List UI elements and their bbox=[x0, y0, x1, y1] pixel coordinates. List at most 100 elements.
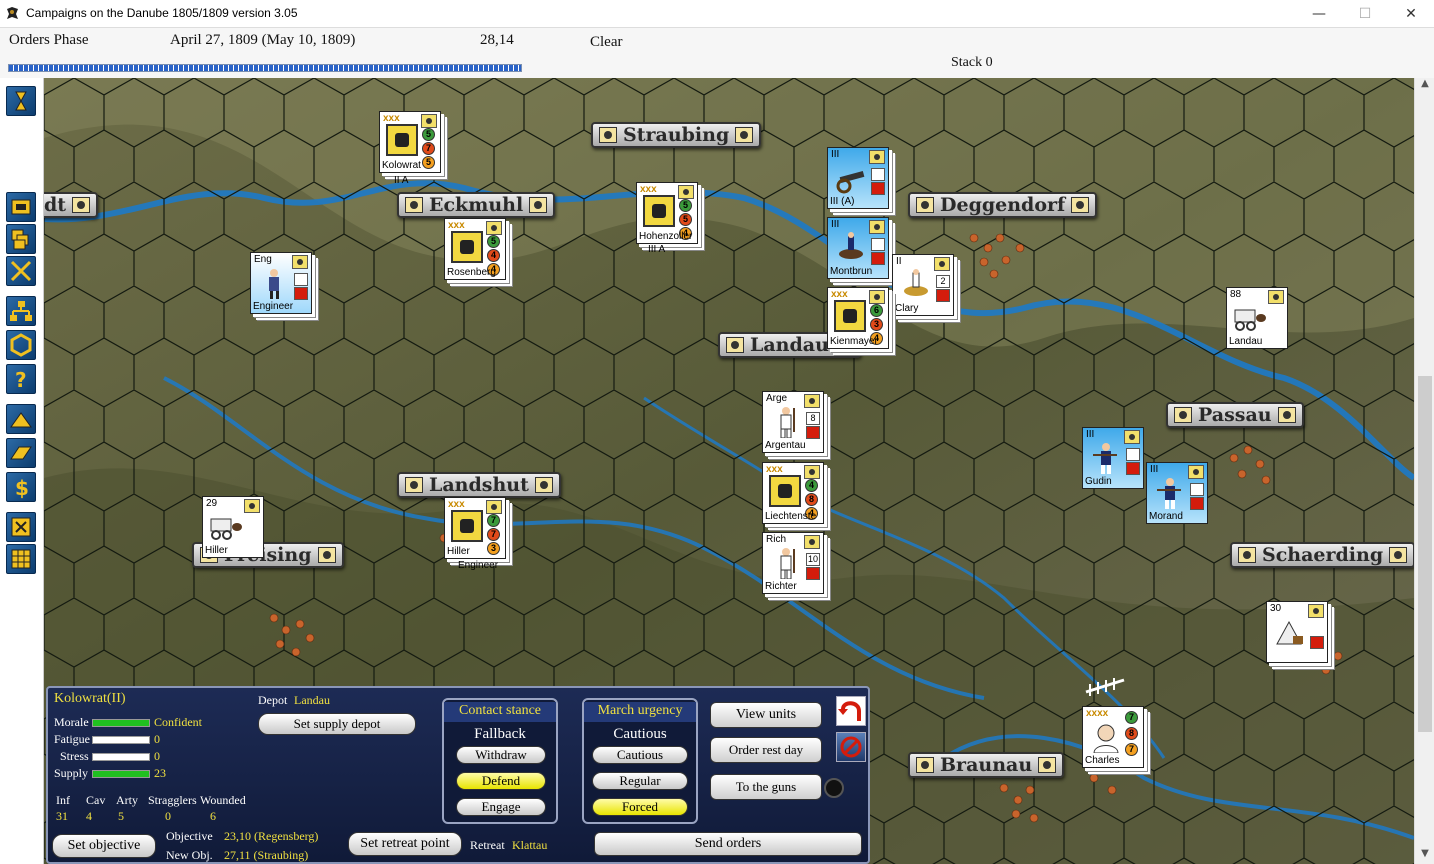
unit-counter[interactable]: xxx 6 3 4 Kienmayer bbox=[827, 287, 889, 349]
engineer-figure-icon bbox=[269, 269, 279, 299]
scroll-up-arrow-icon[interactable]: ▲ bbox=[1415, 78, 1434, 94]
stress-bar bbox=[92, 753, 150, 761]
crossed-swords-icon[interactable] bbox=[6, 256, 36, 286]
weather-label: Clear bbox=[590, 34, 623, 50]
austrian-flag-icon bbox=[72, 197, 91, 213]
scroll-down-arrow-icon[interactable]: ▼ bbox=[1415, 848, 1434, 864]
town-label[interactable]: dt bbox=[44, 192, 99, 218]
depot-value: Landau bbox=[294, 693, 330, 707]
question-icon[interactable]: ? bbox=[6, 364, 36, 394]
maximize-button[interactable]: ☐ bbox=[1342, 2, 1388, 26]
wounded-count: 6 bbox=[210, 809, 216, 823]
unit-counter[interactable]: III Montbrun bbox=[827, 217, 889, 279]
march-urgency-current: Cautious bbox=[613, 726, 667, 742]
unit-counter[interactable]: 88 Landau bbox=[1226, 287, 1288, 349]
nato-counter-icon[interactable] bbox=[6, 192, 36, 222]
austrian-flag-icon bbox=[1277, 407, 1296, 423]
scrollbar-thumb[interactable] bbox=[1418, 376, 1432, 732]
austrian-flag-icon bbox=[916, 197, 934, 213]
french-flag-icon bbox=[1124, 430, 1140, 444]
svg-text:$: $ bbox=[15, 476, 29, 500]
retreat-label: Retreat bbox=[470, 838, 505, 852]
town-label[interactable]: Deggendorf bbox=[908, 192, 1098, 218]
hourglass-icon[interactable] bbox=[6, 86, 36, 116]
undo-arrow-icon[interactable] bbox=[836, 696, 866, 726]
town-label[interactable]: Braunau bbox=[908, 752, 1065, 778]
road-move-2-icon[interactable] bbox=[6, 438, 36, 468]
hex-icon[interactable] bbox=[6, 330, 36, 360]
grid-icon[interactable] bbox=[6, 544, 36, 574]
unit-counter[interactable]: Eng Engineer bbox=[250, 252, 312, 314]
austrian-flag-icon bbox=[916, 757, 934, 773]
date-label: April 27, 1809 (May 10, 1809) bbox=[170, 32, 356, 48]
org-chart-icon[interactable] bbox=[6, 296, 36, 326]
turn-progress-bar bbox=[8, 64, 522, 72]
view-units-button[interactable]: View units bbox=[710, 702, 822, 728]
unit-counter[interactable]: III III (A) bbox=[827, 147, 889, 209]
to-the-guns-button[interactable]: To the guns bbox=[710, 774, 822, 800]
set-objective-button[interactable]: Set objective bbox=[52, 834, 156, 858]
unit-counter[interactable]: Rich 10 Richter bbox=[762, 532, 824, 594]
austrian-flag-icon bbox=[1389, 547, 1408, 563]
austrian-flag-icon bbox=[726, 337, 744, 353]
cavalry-icon bbox=[904, 269, 928, 296]
unit-counter[interactable]: II 2 Clary bbox=[892, 254, 954, 316]
objective-value: 23,10 (Regensberg) bbox=[224, 829, 319, 843]
wounded-header: Wounded bbox=[200, 793, 246, 807]
unit-counter[interactable]: Arge 8 Argentau bbox=[762, 391, 824, 453]
cautious-button[interactable]: Cautious bbox=[592, 746, 688, 764]
morale-label: Morale bbox=[54, 715, 89, 729]
depot-label: Depot bbox=[258, 693, 288, 707]
austrian-flag-icon bbox=[421, 114, 437, 128]
town-label[interactable]: Landshut bbox=[397, 472, 561, 498]
new-objective-label: New Obj. bbox=[166, 848, 213, 862]
unit-counter[interactable]: xxxx 7 8 7 Charles bbox=[1082, 706, 1144, 768]
infantry-icon bbox=[1093, 443, 1117, 474]
supply-wagon-icon bbox=[210, 518, 242, 540]
unit-counter[interactable]: III Morand bbox=[1146, 462, 1208, 524]
austrian-flag-icon bbox=[804, 465, 820, 479]
victory-flag-icon[interactable] bbox=[6, 512, 36, 542]
regular-button[interactable]: Regular bbox=[592, 772, 688, 790]
unit-counter[interactable]: xxx 7 7 3 Hiller bbox=[444, 497, 506, 559]
map-vertical-scrollbar[interactable]: ▲ ▼ bbox=[1414, 78, 1434, 864]
minimize-button[interactable]: — bbox=[1296, 2, 1342, 26]
left-toolbar: ? $ bbox=[0, 78, 44, 864]
unit-counter[interactable]: III Gudin bbox=[1082, 427, 1144, 489]
unit-counter[interactable]: xxx 5 7 5 Kolowrat bbox=[379, 111, 441, 173]
town-label[interactable]: Straubing bbox=[591, 122, 762, 148]
march-urgency-header: March urgency bbox=[584, 702, 696, 722]
stress-value: 0 bbox=[154, 749, 160, 763]
forced-button[interactable]: Forced bbox=[592, 798, 688, 816]
supply-wagon-icon bbox=[1234, 309, 1266, 331]
french-flag-icon bbox=[869, 220, 885, 234]
set-retreat-point-button[interactable]: Set retreat point bbox=[348, 832, 462, 856]
close-button[interactable]: ✕ bbox=[1388, 2, 1434, 26]
engage-button[interactable]: Engage bbox=[456, 798, 546, 816]
unit-counter[interactable]: 30 bbox=[1266, 601, 1328, 663]
road-move-icon[interactable] bbox=[6, 404, 36, 434]
fatigue-label: Fatigue bbox=[54, 732, 90, 746]
set-supply-depot-button[interactable]: Set supply depot bbox=[258, 713, 416, 735]
svg-text:?: ? bbox=[15, 368, 27, 392]
town-label[interactable]: Schaerding bbox=[1230, 542, 1414, 568]
defend-button[interactable]: Defend bbox=[456, 772, 546, 790]
unit-sub-label: II A bbox=[394, 175, 409, 186]
town-label[interactable]: Passau bbox=[1166, 402, 1304, 428]
unit-counter[interactable]: xxx 5 5 4 Hohenzoller bbox=[636, 182, 698, 244]
unit-counter[interactable]: xxx 4 8 4 Liechtenste bbox=[762, 462, 824, 524]
austrian-flag-icon bbox=[1174, 407, 1192, 423]
order-rest-day-button[interactable]: Order rest day bbox=[710, 737, 822, 763]
eagle-emblem-icon bbox=[834, 300, 866, 332]
app-eagle-icon bbox=[7, 7, 18, 19]
withdraw-button[interactable]: Withdraw bbox=[456, 746, 546, 764]
send-orders-button[interactable]: Send orders bbox=[594, 832, 862, 856]
morale-bar bbox=[92, 719, 150, 727]
unit-counter[interactable]: 29 Hiller bbox=[202, 496, 264, 558]
town-label[interactable]: Eckmuhl bbox=[397, 192, 556, 218]
cav-header: Cav bbox=[86, 793, 106, 807]
cancel-orders-icon[interactable] bbox=[836, 732, 866, 762]
unit-counter[interactable]: xxx 5 4 4 Rosenberg bbox=[444, 218, 506, 280]
supply-dollar-icon[interactable]: $ bbox=[6, 472, 36, 502]
stack-icon[interactable] bbox=[6, 224, 36, 254]
